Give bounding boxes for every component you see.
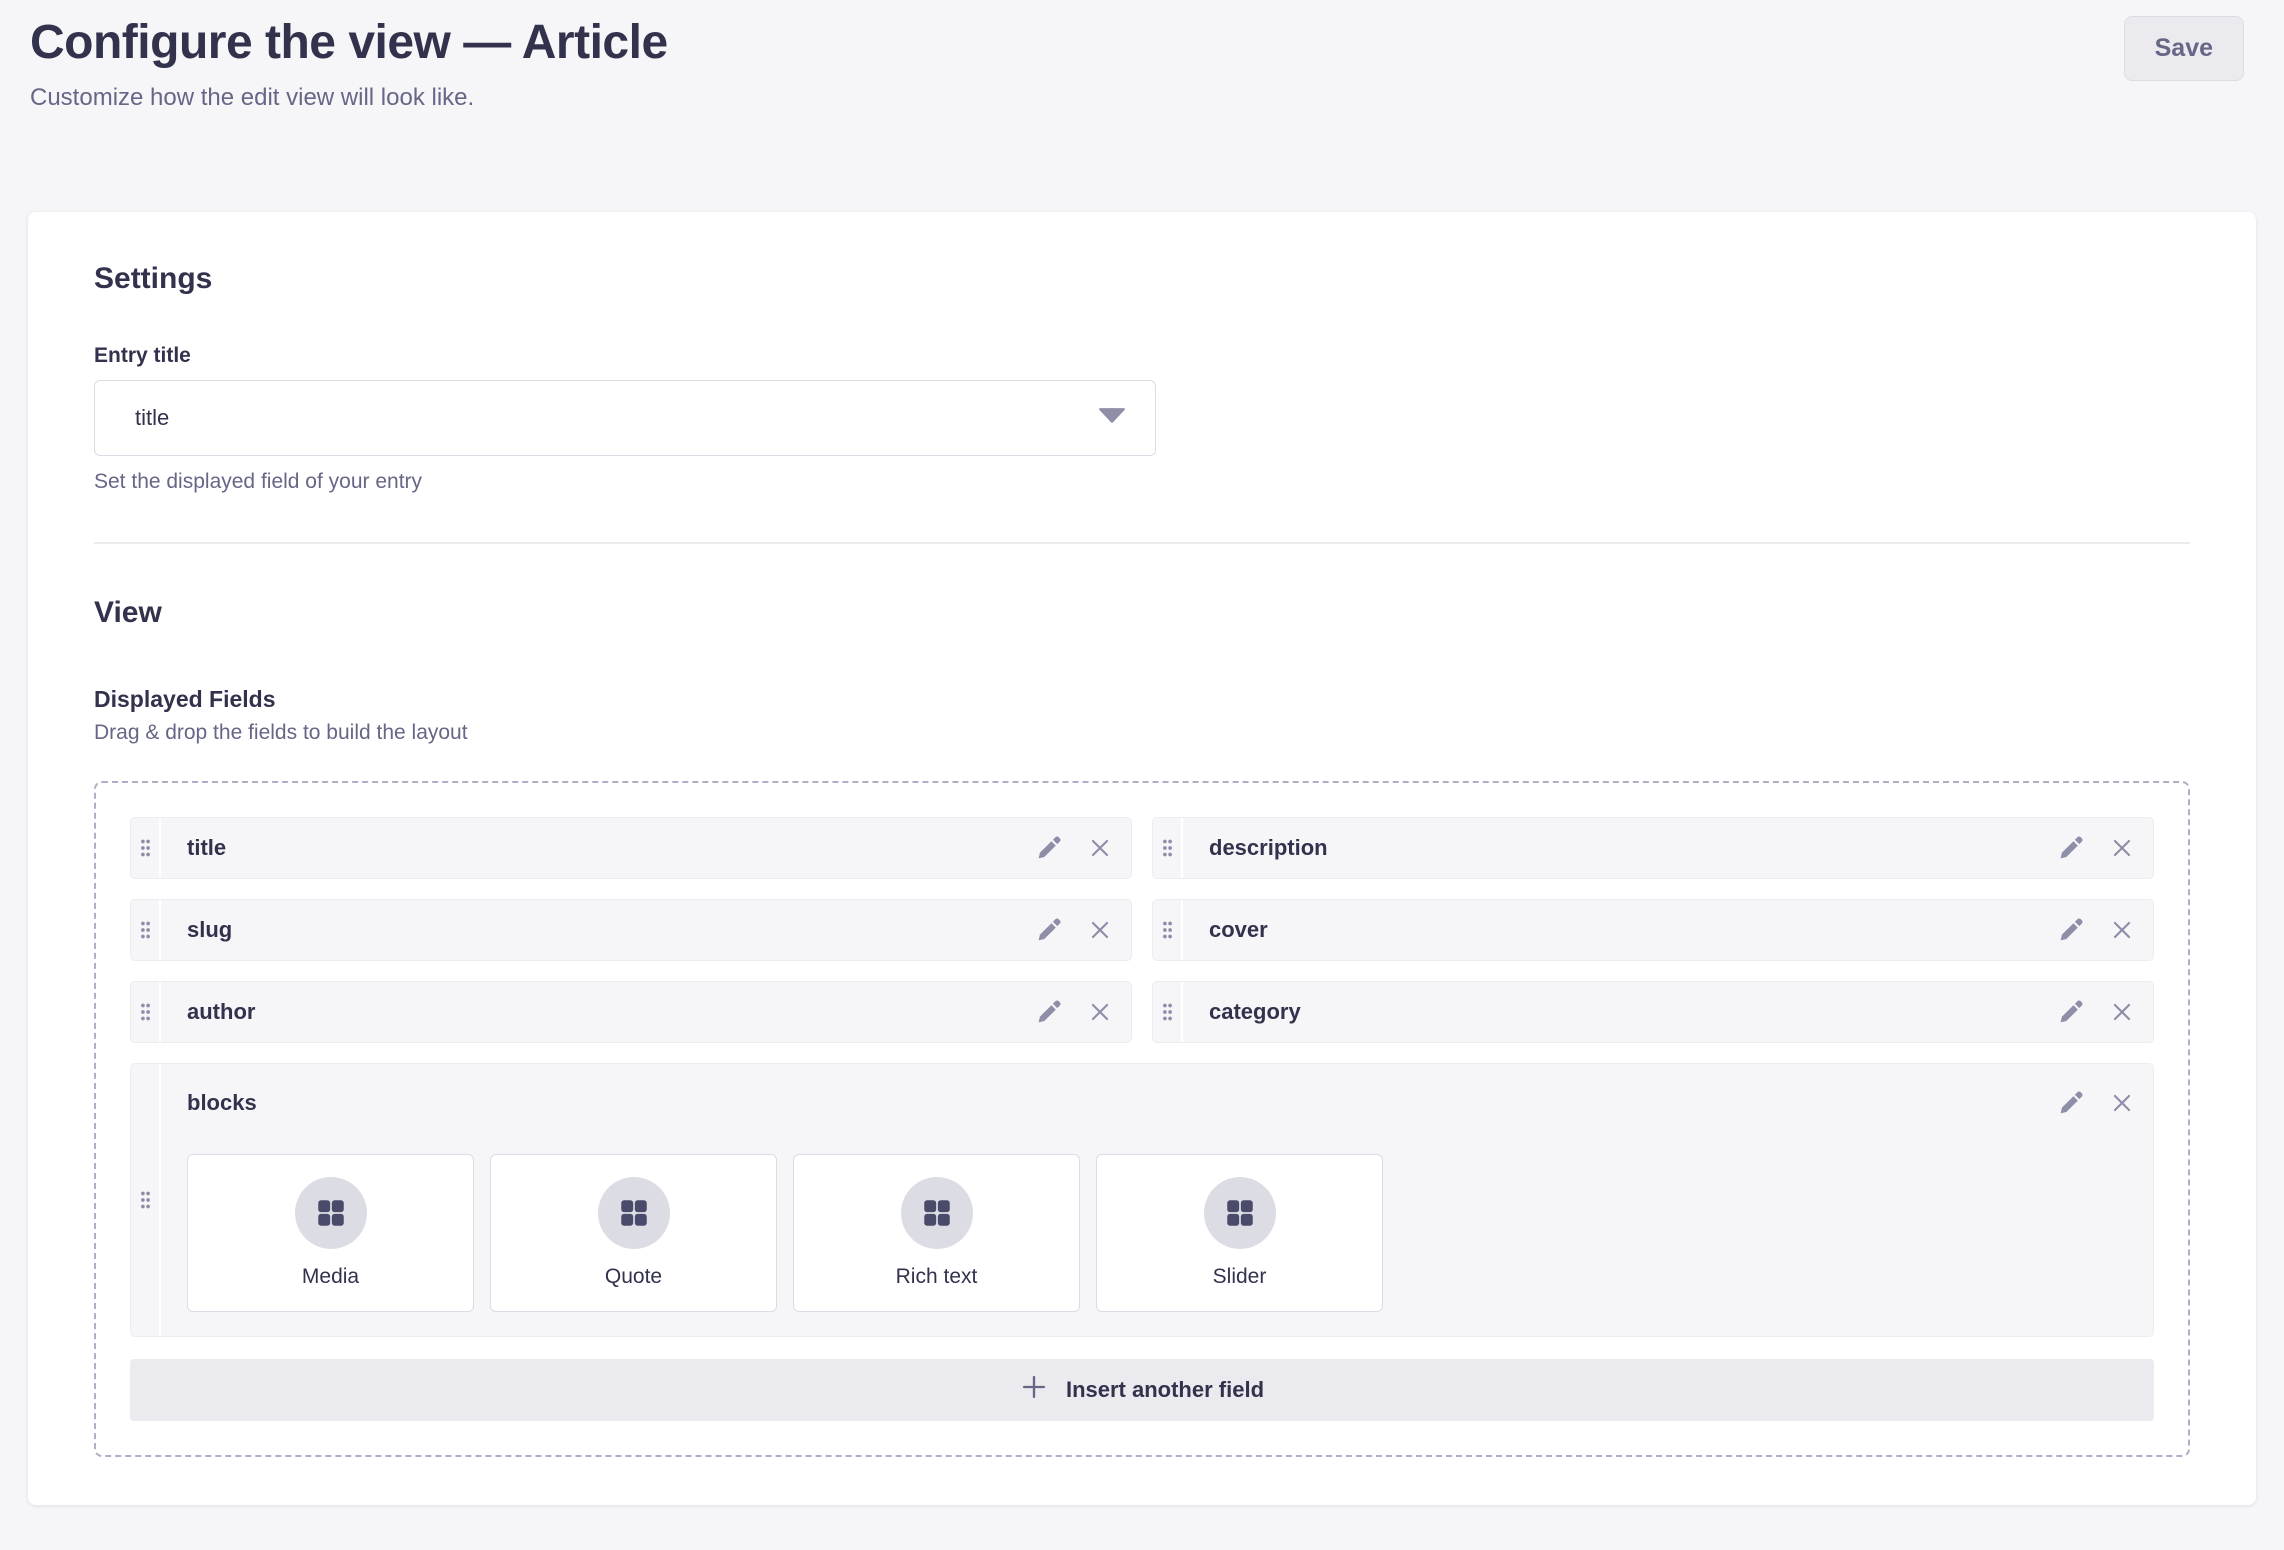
field-label: description xyxy=(1209,835,1328,861)
close-icon xyxy=(2109,917,2135,943)
entry-title-select[interactable]: title xyxy=(94,380,1156,456)
displayed-fields-subtitle: Drag & drop the fields to build the layo… xyxy=(94,721,2190,745)
edit-field-button[interactable] xyxy=(1033,833,1063,863)
plus-icon xyxy=(1020,1373,1048,1407)
field-label: title xyxy=(187,835,226,861)
field-row-blocks: blocks xyxy=(130,1063,2154,1337)
component-card-slider[interactable]: Slider xyxy=(1096,1154,1383,1312)
entry-title-hint: Set the displayed field of your entry xyxy=(94,470,2190,494)
remove-field-button[interactable] xyxy=(1085,833,1115,863)
close-icon xyxy=(2109,1090,2135,1116)
settings-heading: Settings xyxy=(94,262,2190,296)
page-header: Configure the view — Article Customize h… xyxy=(0,0,2284,112)
entry-title-select-value: title xyxy=(135,405,169,431)
grid-icon xyxy=(598,1177,670,1249)
page-title: Configure the view — Article xyxy=(30,14,668,72)
component-label: Quote xyxy=(605,1265,662,1289)
entry-title-label: Entry title xyxy=(94,344,2190,368)
view-section: View Displayed Fields Drag & drop the fi… xyxy=(94,596,2190,1457)
settings-section: Settings Entry title title Set the displ… xyxy=(94,262,2190,494)
drag-handle-icon[interactable] xyxy=(131,818,161,878)
edit-field-button[interactable] xyxy=(2055,997,2085,1027)
view-heading: View xyxy=(94,596,2190,630)
edit-field-button[interactable] xyxy=(2055,1088,2085,1118)
drag-handle-icon[interactable] xyxy=(131,900,161,960)
component-card-rich-text[interactable]: Rich text xyxy=(793,1154,1080,1312)
blocks-header: blocks xyxy=(187,1088,2137,1118)
close-icon xyxy=(1087,917,1113,943)
grid-icon xyxy=(901,1177,973,1249)
remove-field-button[interactable] xyxy=(1085,915,1115,945)
drag-handle-icon[interactable] xyxy=(131,982,161,1042)
edit-field-button[interactable] xyxy=(1033,915,1063,945)
component-label: Media xyxy=(302,1265,359,1289)
pencil-icon xyxy=(2057,917,2084,944)
edit-field-button[interactable] xyxy=(2055,833,2085,863)
field-label: slug xyxy=(187,917,232,943)
field-row-author: author xyxy=(130,981,1132,1043)
component-label: Slider xyxy=(1213,1265,1267,1289)
close-icon xyxy=(2109,999,2135,1025)
close-icon xyxy=(1087,999,1113,1025)
insert-field-button[interactable]: Insert another field xyxy=(130,1359,2154,1421)
content-card: Settings Entry title title Set the displ… xyxy=(28,212,2256,1505)
field-row-slug: slug xyxy=(130,899,1132,961)
page-header-text: Configure the view — Article Customize h… xyxy=(30,14,668,112)
pencil-icon xyxy=(1035,917,1062,944)
pencil-icon xyxy=(1035,835,1062,862)
field-row-category: category xyxy=(1152,981,2154,1043)
edit-field-button[interactable] xyxy=(2055,915,2085,945)
insert-field-button-label: Insert another field xyxy=(1066,1377,1264,1403)
remove-field-button[interactable] xyxy=(2107,833,2137,863)
field-row-cover: cover xyxy=(1152,899,2154,961)
displayed-fields-heading: Displayed Fields xyxy=(94,686,2190,713)
pencil-icon xyxy=(1035,999,1062,1026)
fields-dropzone: title description xyxy=(94,781,2190,1457)
edit-field-button[interactable] xyxy=(1033,997,1063,1027)
field-label: cover xyxy=(1209,917,1268,943)
component-label: Rich text xyxy=(896,1265,978,1289)
grid-icon xyxy=(1204,1177,1276,1249)
chevron-down-icon xyxy=(1099,408,1125,428)
component-card-media[interactable]: Media xyxy=(187,1154,474,1312)
drag-handle-icon[interactable] xyxy=(1153,818,1183,878)
field-row-description: description xyxy=(1152,817,2154,879)
section-divider xyxy=(94,542,2190,544)
remove-field-button[interactable] xyxy=(2107,997,2137,1027)
close-icon xyxy=(2109,835,2135,861)
pencil-icon xyxy=(2057,1090,2084,1117)
remove-field-button[interactable] xyxy=(2107,915,2137,945)
component-card-quote[interactable]: Quote xyxy=(490,1154,777,1312)
drag-handle-icon[interactable] xyxy=(131,1064,161,1336)
drag-handle-icon[interactable] xyxy=(1153,900,1183,960)
field-row-title: title xyxy=(130,817,1132,879)
blocks-content: blocks xyxy=(161,1064,2153,1336)
save-button[interactable]: Save xyxy=(2124,16,2244,81)
grid-icon xyxy=(295,1177,367,1249)
drag-handle-icon[interactable] xyxy=(1153,982,1183,1042)
remove-field-button[interactable] xyxy=(1085,997,1115,1027)
field-label: category xyxy=(1209,999,1301,1025)
pencil-icon xyxy=(2057,835,2084,862)
page-subtitle: Customize how the edit view will look li… xyxy=(30,84,668,113)
field-label: blocks xyxy=(187,1090,257,1116)
fields-grid: title description xyxy=(130,817,2154,1337)
close-icon xyxy=(1087,835,1113,861)
field-label: author xyxy=(187,999,255,1025)
remove-field-button[interactable] xyxy=(2107,1088,2137,1118)
pencil-icon xyxy=(2057,999,2084,1026)
components-list: Media Quote xyxy=(187,1154,2137,1312)
